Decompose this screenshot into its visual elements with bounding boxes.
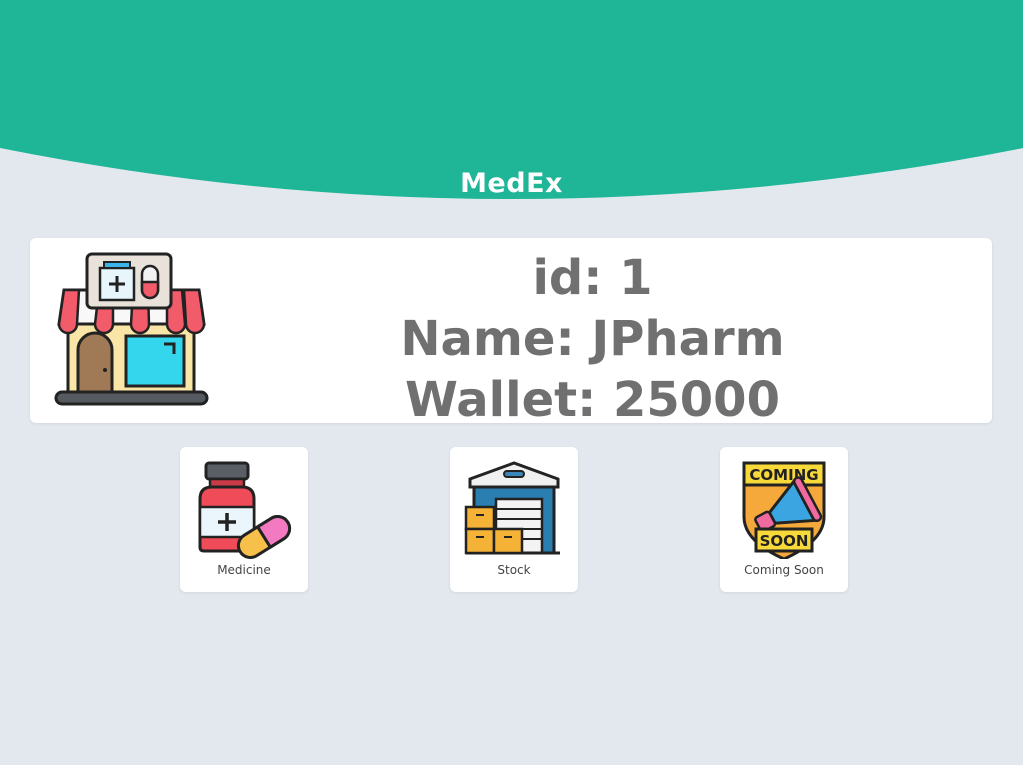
tile-label: Medicine: [217, 563, 271, 577]
medicine-tile[interactable]: Medicine: [180, 447, 308, 592]
profile-details: id: 1 Name: JPharm Wallet: 25000: [360, 248, 825, 431]
pharmacy-store-icon: [54, 252, 209, 406]
svg-text:COMING: COMING: [749, 466, 818, 484]
pharmacy-wallet: Wallet: 25000: [405, 372, 780, 428]
tile-label: Coming Soon: [744, 563, 824, 577]
svg-text:SOON: SOON: [760, 532, 809, 550]
medicine-bottle-icon: [198, 461, 292, 559]
pharmacy-name: Name: JPharm: [400, 311, 785, 367]
coming-soon-megaphone-icon: COMING SOON: [742, 461, 826, 559]
stock-tile[interactable]: Stock: [450, 447, 578, 592]
tile-label: Stock: [497, 563, 531, 577]
pharmacy-profile-card: id: 1 Name: JPharm Wallet: 25000: [30, 238, 992, 428]
warehouse-icon: [464, 461, 560, 555]
pharmacy-id: id: 1: [532, 250, 653, 306]
coming-soon-tile[interactable]: COMING SOON Coming Soon: [720, 447, 848, 592]
app-title: MedEx: [460, 168, 563, 199]
